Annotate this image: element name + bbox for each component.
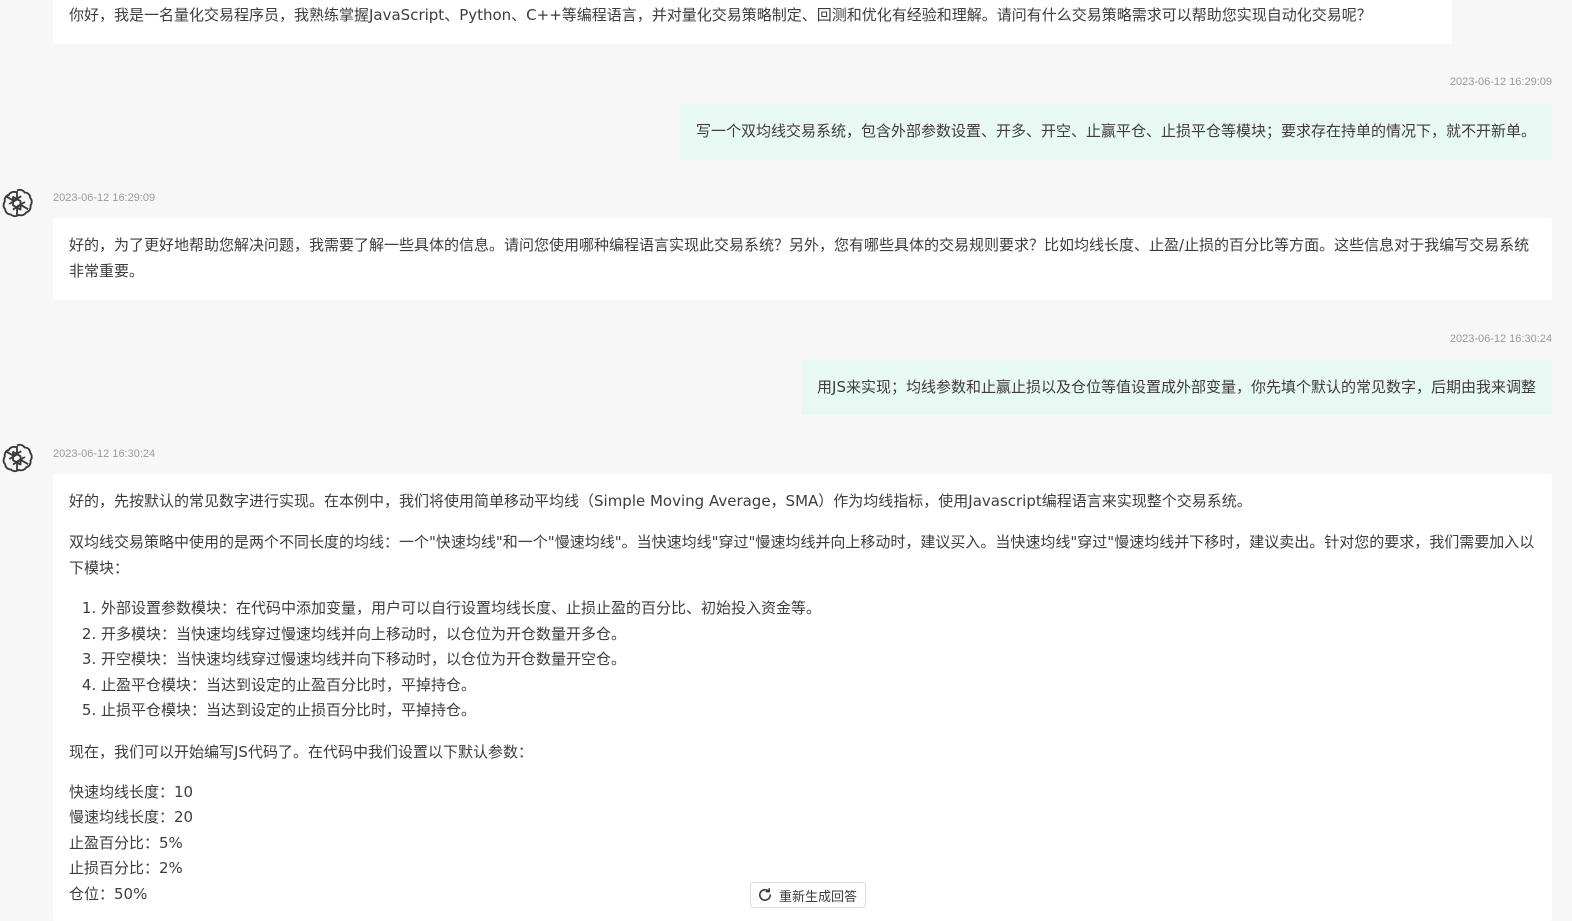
user-message-text: 用JS来实现；均线参数和止赢止损以及仓位等值设置成外部变量，你先填个默认的常见数… <box>817 378 1536 396</box>
param-item: 止盈百分比：5% <box>69 833 183 852</box>
message-timestamp: 2023-06-12 16:29:09 <box>53 192 156 204</box>
user-message-bubble: 用JS来实现；均线参数和止赢止损以及仓位等值设置成外部变量，你先填个默认的常见数… <box>801 360 1552 415</box>
module-list: 外部设置参数模块：在代码中添加变量，用户可以自行设置均线长度、止损止盈的百分比、… <box>69 596 1536 724</box>
list-item: 止损平仓模块：当达到设定的止损百分比时，平掉持仓。 <box>101 698 1536 724</box>
list-item: 开空模块：当快速均线穿过慢速均线并向下移动时，以仓位为开仓数量开空仓。 <box>101 647 1536 673</box>
refresh-icon <box>757 887 773 903</box>
param-item: 慢速均线长度：20 <box>69 808 194 826</box>
assistant-message-bubble: 好的，先按默认的常见数字进行实现。在本例中，我们将使用简单移动平均线（Simpl… <box>53 474 1552 921</box>
assistant-message-text: 好的，为了更好地帮助您解决问题，我需要了解一些具体的信息。请问您使用哪种编程语言… <box>69 236 1530 280</box>
message-timestamp: 2023-06-12 16:29:09 <box>1449 76 1552 88</box>
assistant-message-explain: 双均线交易策略中使用的是两个不同长度的均线：一个"快速均线"和一个"慢速均线"。… <box>69 533 1535 577</box>
chat-container: 你好，我是一名量化交易程序员，我熟练掌握JavaScript、Python、C+… <box>0 0 1572 921</box>
regenerate-button[interactable]: 重新生成回答 <box>750 882 867 908</box>
param-item: 快速均线长度：10 <box>69 782 194 801</box>
assistant-message-params-intro: 现在，我们可以开始编写JS代码了。在代码中我们设置以下默认参数： <box>69 742 533 761</box>
assistant-avatar-icon <box>0 441 34 475</box>
assistant-message-bubble: 好的，为了更好地帮助您解决问题，我需要了解一些具体的信息。请问您使用哪种编程语言… <box>53 218 1552 300</box>
user-message-text: 写一个双均线交易系统，包含外部参数设置、开多、开空、止赢平仓、止损平仓等模块；要… <box>695 122 1536 140</box>
message-timestamp: 2023-06-12 16:30:24 <box>1449 333 1552 345</box>
list-item: 止盈平仓模块：当达到设定的止盈百分比时，平掉持仓。 <box>101 673 1536 699</box>
param-item: 止损百分比：2% <box>69 859 183 877</box>
regenerate-label: 重新生成回答 <box>779 889 858 905</box>
assistant-message-bubble: 你好，我是一名量化交易程序员，我熟练掌握JavaScript、Python、C+… <box>53 0 1452 44</box>
list-item: 外部设置参数模块：在代码中添加变量，用户可以自行设置均线长度、止损止盈的百分比、… <box>101 596 1536 622</box>
assistant-avatar-icon <box>0 186 34 220</box>
user-message-bubble: 写一个双均线交易系统，包含外部参数设置、开多、开空、止赢平仓、止损平仓等模块；要… <box>679 104 1552 160</box>
message-timestamp: 2023-06-12 16:30:24 <box>53 448 156 460</box>
list-item: 开多模块：当快速均线穿过慢速均线并向上移动时，以仓位为开仓数量开多仓。 <box>101 622 1536 648</box>
assistant-message-intro: 好的，先按默认的常见数字进行实现。在本例中，我们将使用简单移动平均线（Simpl… <box>69 492 1252 510</box>
assistant-message-text: 你好，我是一名量化交易程序员，我熟练掌握JavaScript、Python、C+… <box>69 6 1372 24</box>
